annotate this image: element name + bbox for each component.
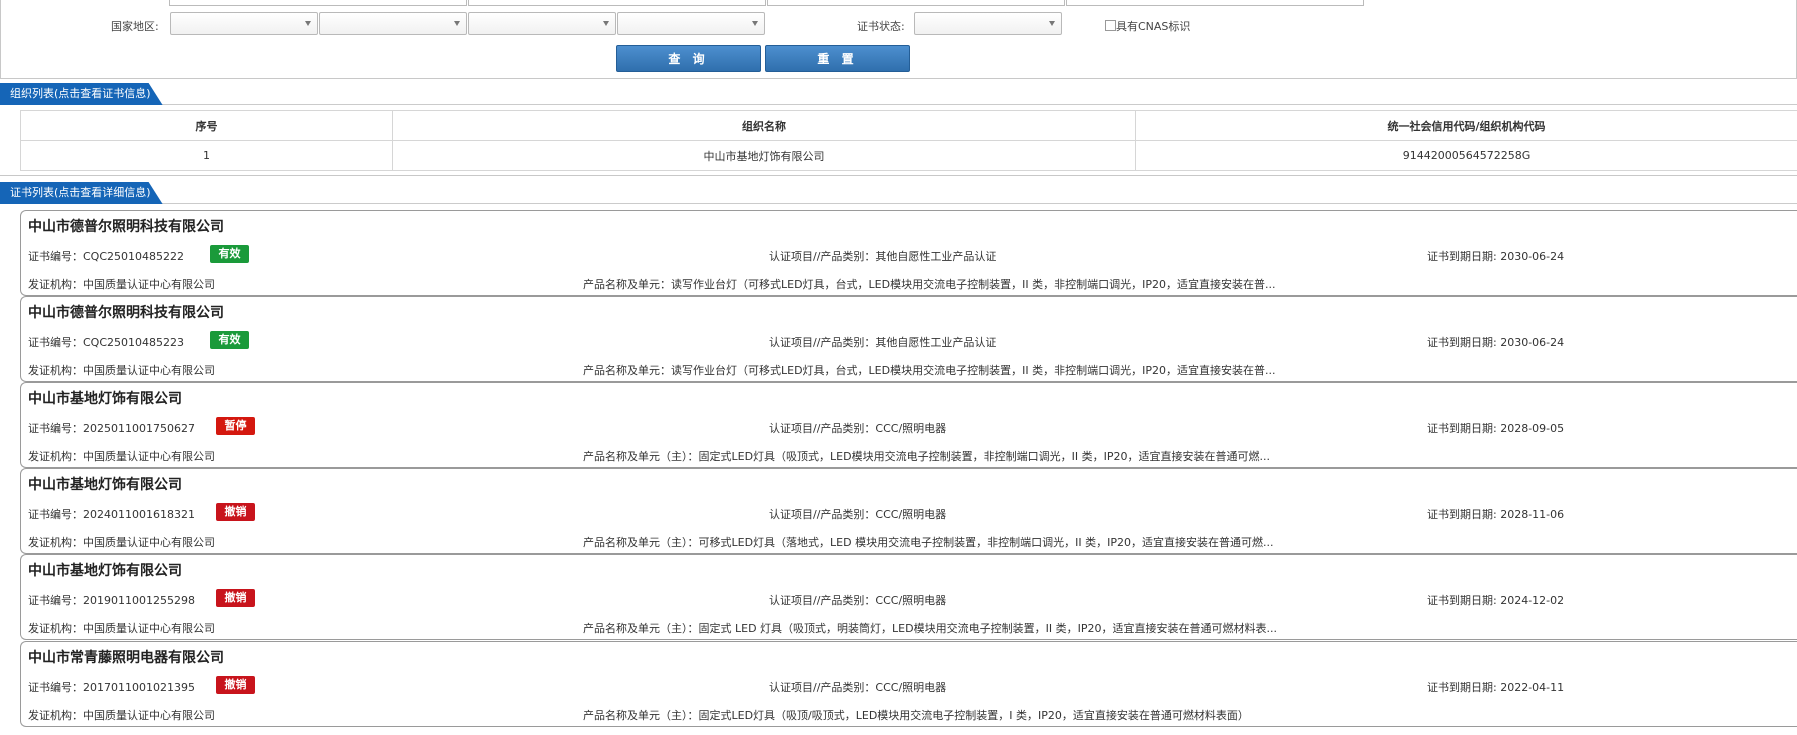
cert-number: 证书编号：2025011001750627 (28, 422, 195, 435)
chevron-down-icon (1049, 21, 1055, 26)
cert-issuer: 发证机构：中国质量认证中心有限公司 (28, 536, 215, 549)
cert-product: 产品名称及单元：读写作业台灯（可移式LED灯具，台式，LED模块用交流电子控制装… (583, 364, 1276, 377)
cert-issuer: 发证机构：中国质量认证中心有限公司 (28, 278, 215, 291)
cert-issuer: 发证机构：中国质量认证中心有限公司 (28, 450, 215, 463)
status-badge: 撤销 (216, 676, 255, 694)
cert-product: 产品名称及单元（主）：固定式LED灯具（吸顶式，LED模块用交流电子控制装置，非… (583, 450, 1270, 463)
cert-product: 产品名称及单元（主）：固定式LED灯具（吸顶/吸顶式，LED模块用交流电子控制装… (583, 709, 1249, 722)
status-badge: 有效 (210, 245, 249, 263)
cert-card[interactable]: 中山市基地灯饰有限公司 证书编号：2019011001255298 撤销 认证项… (20, 554, 1797, 640)
search-panel: 国家地区: 证书状态: 具有CNAS标识 查 询 重 置 (0, 0, 1797, 79)
cert-org-name: 中山市基地灯饰有限公司 (28, 477, 182, 493)
cert-issuer: 发证机构：中国质量认证中心有限公司 (28, 709, 215, 722)
cert-section-title: 证书列表(点击查看详细信息) (0, 182, 163, 204)
cnas-label: 具有CNAS标识 (1116, 20, 1191, 33)
cert-card[interactable]: 中山市德普尔照明科技有限公司 证书编号：CQC25010485223 有效 认证… (20, 296, 1797, 382)
cert-org-name: 中山市德普尔照明科技有限公司 (28, 305, 224, 321)
row-org-code: 91442000564572258G (1135, 140, 1797, 171)
cert-project: 认证项目//产品类别：CCC/照明电器 (769, 508, 947, 521)
cert-org-name: 中山市基地灯饰有限公司 (28, 391, 182, 407)
cert-org-name: 中山市常青藤照明电器有限公司 (28, 650, 224, 666)
query-button[interactable]: 查 询 (616, 45, 761, 72)
cert-number: 证书编号：2017011001021395 (28, 681, 195, 694)
cert-card[interactable]: 中山市基地灯饰有限公司 证书编号：2024011001618321 撤销 认证项… (20, 468, 1797, 554)
status-label: 证书状态: (857, 20, 905, 33)
column-header-name: 组织名称 (392, 110, 1136, 141)
cert-card[interactable]: 中山市德普尔照明科技有限公司 证书编号：CQC25010485222 有效 认证… (20, 210, 1797, 296)
status-badge: 有效 (210, 331, 249, 349)
status-badge: 撤销 (216, 503, 255, 521)
table-row[interactable]: 1 中山市基地灯饰有限公司 91442000564572258G (20, 140, 1797, 171)
cert-number: 证书编号：2024011001618321 (28, 508, 195, 521)
row-org-name[interactable]: 中山市基地灯饰有限公司 (392, 140, 1136, 171)
country-label: 国家地区: (111, 20, 159, 33)
cert-number: 证书编号：CQC25010485222 (28, 250, 185, 263)
top-field-3[interactable] (767, 0, 1065, 6)
cert-project: 认证项目//产品类别：CCC/照明电器 (769, 681, 947, 694)
top-field-2[interactable] (468, 0, 766, 6)
cert-card[interactable]: 中山市基地灯饰有限公司 证书编号：2025011001750627 暂停 认证项… (20, 382, 1797, 468)
column-header-code: 统一社会信用代码/组织机构代码 (1135, 110, 1797, 141)
top-field-1[interactable] (169, 0, 467, 6)
cert-section-header: 证书列表(点击查看详细信息) (0, 182, 1797, 204)
cert-expiry: 证书到期日期: 2028-09-05 (1427, 422, 1565, 435)
cert-expiry: 证书到期日期: 2024-12-02 (1427, 594, 1565, 607)
cert-issuer: 发证机构：中国质量认证中心有限公司 (28, 622, 215, 635)
column-header-index: 序号 (20, 110, 393, 141)
chevron-down-icon (603, 21, 609, 26)
country-select-1[interactable] (170, 12, 318, 35)
country-select-2[interactable] (319, 12, 467, 35)
cert-expiry: 证书到期日期: 2022-04-11 (1427, 681, 1565, 694)
row-index: 1 (20, 140, 393, 171)
cert-number: 证书编号：2019011001255298 (28, 594, 195, 607)
org-table: 序号 组织名称 统一社会信用代码/组织机构代码 1 中山市基地灯饰有限公司 91… (20, 110, 1797, 171)
status-select[interactable] (914, 12, 1062, 35)
status-badge: 暂停 (216, 417, 255, 435)
top-field-4[interactable] (1066, 0, 1364, 6)
country-select-3[interactable] (468, 12, 616, 35)
org-section-header: 组织列表(点击查看证书信息) (0, 83, 1797, 105)
org-table-header: 序号 组织名称 统一社会信用代码/组织机构代码 (20, 110, 1797, 141)
cnas-checkbox[interactable] (1105, 20, 1116, 31)
cert-number: 证书编号：CQC25010485223 (28, 336, 185, 349)
org-section-title: 组织列表(点击查看证书信息) (0, 83, 163, 105)
cert-expiry: 证书到期日期: 2028-11-06 (1427, 508, 1565, 521)
cert-product: 产品名称及单元（主）：可移式LED灯具（落地式，LED 模块用交流电子控制装置，… (583, 536, 1274, 549)
cert-project: 认证项目//产品类别：其他自愿性工业产品认证 (769, 250, 997, 263)
cert-org-name: 中山市基地灯饰有限公司 (28, 563, 182, 579)
cert-project: 认证项目//产品类别：CCC/照明电器 (769, 594, 947, 607)
reset-button[interactable]: 重 置 (765, 45, 910, 72)
chevron-down-icon (305, 21, 311, 26)
cert-org-name: 中山市德普尔照明科技有限公司 (28, 219, 224, 235)
cert-expiry: 证书到期日期: 2030-06-24 (1427, 336, 1565, 349)
chevron-down-icon (752, 21, 758, 26)
status-badge: 撤销 (216, 589, 255, 607)
cert-card[interactable]: 中山市常青藤照明电器有限公司 证书编号：2017011001021395 撤销 … (20, 641, 1797, 727)
cert-product: 产品名称及单元：读写作业台灯（可移式LED灯具，台式，LED模块用交流电子控制装… (583, 278, 1276, 291)
cert-expiry: 证书到期日期: 2030-06-24 (1427, 250, 1565, 263)
cert-product: 产品名称及单元（主）：固定式 LED 灯具（吸顶式，明装筒灯，LED模块用交流电… (583, 622, 1277, 635)
cert-project: 认证项目//产品类别：CCC/照明电器 (769, 422, 947, 435)
chevron-down-icon (454, 21, 460, 26)
cert-project: 认证项目//产品类别：其他自愿性工业产品认证 (769, 336, 997, 349)
country-select-4[interactable] (617, 12, 765, 35)
cert-issuer: 发证机构：中国质量认证中心有限公司 (28, 364, 215, 377)
